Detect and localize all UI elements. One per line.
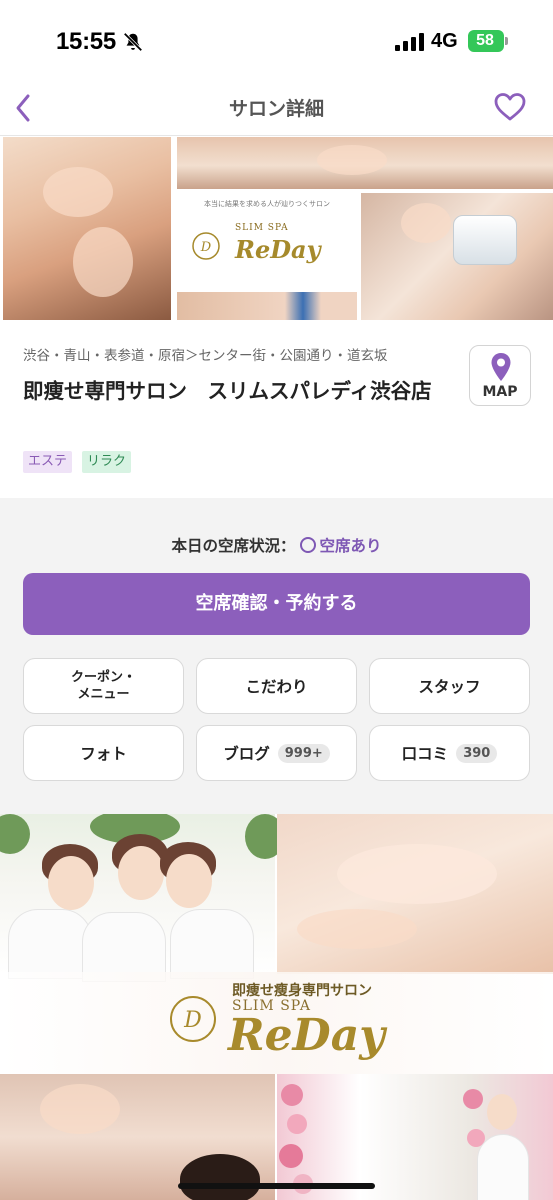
coupon-label-line2: メニュー	[77, 687, 130, 702]
hair-shape	[180, 1154, 260, 1200]
kodawari-label: こだわり	[245, 678, 308, 696]
blog-button[interactable]: ブログ 999+	[196, 725, 357, 781]
staff-label: スタッフ	[418, 678, 481, 696]
face-shape	[166, 854, 212, 908]
face-shape	[118, 846, 164, 900]
nav-bar: サロン詳細	[0, 80, 553, 136]
salon-name: 即痩せ専門サロン スリムスパレディ渋谷店	[23, 379, 432, 403]
coupon-label-line1: クーポン・	[70, 670, 136, 685]
body-shape	[337, 844, 497, 904]
flower-shape	[279, 1144, 303, 1168]
massage-photo	[177, 137, 553, 189]
flower-shape	[281, 1084, 303, 1106]
flower-shape	[287, 1114, 307, 1134]
signal-icon	[395, 33, 424, 51]
hand-shape	[40, 1084, 120, 1134]
staff-photo	[0, 814, 285, 982]
review-button[interactable]: 口コミ 390	[369, 725, 530, 781]
map-label: MAP	[482, 384, 518, 400]
salon-info: 渋谷・青山・表参道・原宿＞センター街・公園通り・道玄坂 即痩せ専門サロン スリム…	[0, 322, 553, 498]
massage-photo	[177, 292, 357, 320]
photo-label: フォト	[80, 745, 127, 763]
tag-relax: リラク	[82, 451, 132, 473]
svg-text:D: D	[200, 240, 212, 255]
page-title: サロン詳細	[228, 98, 324, 120]
hand-shape	[43, 167, 113, 217]
map-button[interactable]: MAP	[469, 345, 531, 406]
flower-shape	[463, 1089, 483, 1109]
vacancy-row: 本日の空席状況： 空席あり	[0, 534, 553, 556]
plant-shape	[0, 814, 30, 854]
salon-interior-photo	[277, 1074, 553, 1200]
body-photo	[277, 814, 553, 974]
uniform-shape	[170, 909, 254, 979]
banner-brand: ReDay	[228, 1010, 385, 1061]
battery-level: 58	[476, 32, 494, 49]
home-indicator	[178, 1183, 375, 1189]
photo-button[interactable]: フォト	[23, 725, 184, 781]
face-shape	[48, 856, 94, 910]
map-pin-icon	[491, 353, 511, 381]
review-label: 口コミ	[401, 745, 449, 763]
hand-shape	[317, 145, 387, 175]
heart-icon[interactable]	[493, 90, 527, 124]
kodawari-button[interactable]: こだわり	[196, 658, 357, 714]
bell-slash-icon	[123, 32, 143, 52]
logo-emblem-icon: D	[192, 232, 220, 260]
vacancy-label: 本日の空席状況：	[171, 537, 296, 555]
hand-shape	[73, 227, 133, 297]
circle-icon	[299, 537, 316, 553]
battery-icon: 58	[468, 30, 508, 52]
banner-tagline: 即痩せ瘦身専門サロン	[232, 983, 372, 999]
review-count-badge: 390	[456, 743, 498, 763]
face-shape	[487, 1094, 517, 1130]
network-label: 4G	[431, 30, 458, 52]
machine-massage-photo	[361, 193, 553, 320]
logo-emblem-icon: D	[170, 996, 216, 1042]
blog-count-badge: 999+	[277, 743, 330, 763]
hand-shape	[401, 203, 451, 243]
logo-small-text: SLIM SPA	[235, 223, 289, 233]
massage-photo	[0, 1074, 275, 1200]
brand-banner: 即痩せ瘦身専門サロン D SLIM SPA ReDay	[0, 972, 553, 1074]
battery-cap	[505, 37, 508, 45]
uniform-shape	[477, 1134, 529, 1200]
logo-card: 本当に結果を求める人が辿りつくサロン D SLIM SPA ReDay	[177, 193, 357, 291]
logo-tagline: 本当に結果を求める人が辿りつくサロン	[203, 200, 331, 208]
back-massage-photo	[3, 137, 171, 320]
tag-esthe: エステ	[23, 451, 73, 473]
logo-brand: ReDay	[235, 235, 321, 264]
blog-label: ブログ	[223, 745, 270, 763]
uniform-shape	[8, 909, 92, 979]
hand-shape	[297, 909, 417, 949]
status-bar: 15:55 4G 58	[0, 0, 553, 80]
coupon-menu-button[interactable]: クーポン・ メニュー	[23, 658, 184, 714]
status-time: 15:55	[56, 28, 116, 55]
svg-text:D: D	[183, 1008, 202, 1033]
gallery-image[interactable]: 即痩せ瘦身専門サロン D SLIM SPA ReDay	[0, 814, 553, 1200]
area-breadcrumb: 渋谷・青山・表参道・原宿＞センター街・公園通り・道玄坂	[23, 348, 388, 364]
hero-photo-collage[interactable]: 本当に結果を求める人が辿りつくサロン D SLIM SPA ReDay	[0, 137, 553, 322]
reservation-section: 本日の空席状況： 空席あり 空席確認・予約する クーポン・ メニュー こだわり ス…	[0, 498, 553, 814]
device-shape	[453, 215, 517, 265]
staff-button[interactable]: スタッフ	[369, 658, 530, 714]
vacancy-status: 空席あり	[319, 537, 382, 555]
reserve-button[interactable]: 空席確認・予約する	[23, 573, 530, 635]
